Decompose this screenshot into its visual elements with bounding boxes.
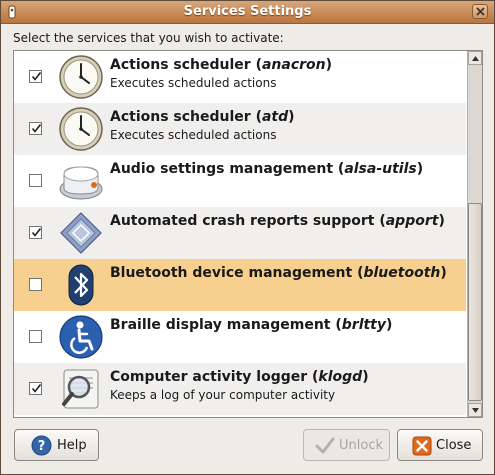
unlock-check-icon: [315, 437, 335, 454]
scroll-down-button[interactable]: [468, 403, 482, 417]
volume-knob-icon: [59, 166, 103, 200]
check-icon: [31, 384, 42, 393]
check-icon: [31, 72, 42, 81]
service-row-alsa-utils[interactable]: Audio settings management (alsa-utils): [14, 155, 466, 207]
service-name: Computer activity logger (klogd): [110, 369, 369, 385]
scrollbar-thumb[interactable]: [468, 203, 482, 401]
clock-icon: [59, 55, 103, 99]
service-row-klogd[interactable]: Computer activity logger (klogd) Keeps a…: [14, 363, 466, 415]
service-row-apport[interactable]: Automated crash reports support (apport): [14, 207, 466, 259]
crash-report-icon: [60, 212, 102, 254]
vertical-scrollbar[interactable]: [467, 51, 482, 417]
service-row-bluetooth[interactable]: Bluetooth device management (bluetooth): [14, 259, 466, 311]
service-name: Braille display management (brltty): [110, 317, 393, 333]
service-checkbox[interactable]: [29, 122, 42, 135]
window-title: Services Settings: [183, 4, 312, 19]
bluetooth-icon: [68, 264, 94, 306]
close-icon: [412, 436, 432, 456]
title-bar[interactable]: Services Settings: [1, 1, 494, 24]
service-checkbox[interactable]: [29, 226, 42, 239]
service-checkbox[interactable]: [29, 330, 42, 343]
services-settings-window: Services Settings Select the services th…: [0, 0, 495, 475]
help-button[interactable]: ? Help: [14, 429, 99, 461]
service-name: Actions scheduler (anacron): [110, 57, 333, 73]
service-name: Actions scheduler (atd): [110, 109, 295, 125]
help-icon: ?: [31, 435, 52, 456]
service-name: Audio settings management (alsa-utils): [110, 161, 424, 177]
service-description: Executes scheduled actions: [110, 128, 277, 142]
service-row-anacron[interactable]: Actions scheduler (anacron) Executes sch…: [14, 51, 466, 103]
svg-text:?: ?: [38, 439, 46, 454]
arrow-down-icon: [472, 408, 479, 413]
accessibility-icon: [59, 315, 103, 359]
check-icon: [31, 124, 42, 133]
service-checkbox[interactable]: [29, 70, 42, 83]
arrow-up-icon: [472, 56, 479, 61]
close-x-icon: [476, 7, 485, 16]
scroll-up-button[interactable]: [468, 51, 482, 65]
service-row-atd[interactable]: Actions scheduler (atd) Executes schedul…: [14, 103, 466, 155]
window-close-button[interactable]: [472, 4, 488, 19]
service-name: Bluetooth device management (bluetooth): [110, 265, 447, 281]
close-button[interactable]: Close: [397, 429, 483, 461]
service-checkbox[interactable]: [29, 278, 42, 291]
service-description: Keeps a log of your computer activity: [110, 388, 336, 402]
unlock-button-label: Unlock: [339, 438, 383, 453]
services-list[interactable]: Actions scheduler (anacron) Executes sch…: [13, 50, 483, 418]
clock-icon: [59, 107, 103, 151]
unlock-button[interactable]: Unlock: [303, 429, 390, 461]
service-description: Executes scheduled actions: [110, 76, 277, 90]
service-checkbox[interactable]: [29, 382, 42, 395]
instruction-label: Select the services that you wish to act…: [13, 31, 284, 45]
check-icon: [31, 228, 42, 237]
help-button-label: Help: [57, 438, 87, 453]
close-button-label: Close: [436, 438, 472, 453]
service-name: Automated crash reports support (apport): [110, 213, 445, 229]
service-checkbox[interactable]: [29, 174, 42, 187]
log-magnifier-icon: [62, 369, 99, 409]
service-row-brltty[interactable]: Braille display management (brltty): [14, 311, 466, 363]
